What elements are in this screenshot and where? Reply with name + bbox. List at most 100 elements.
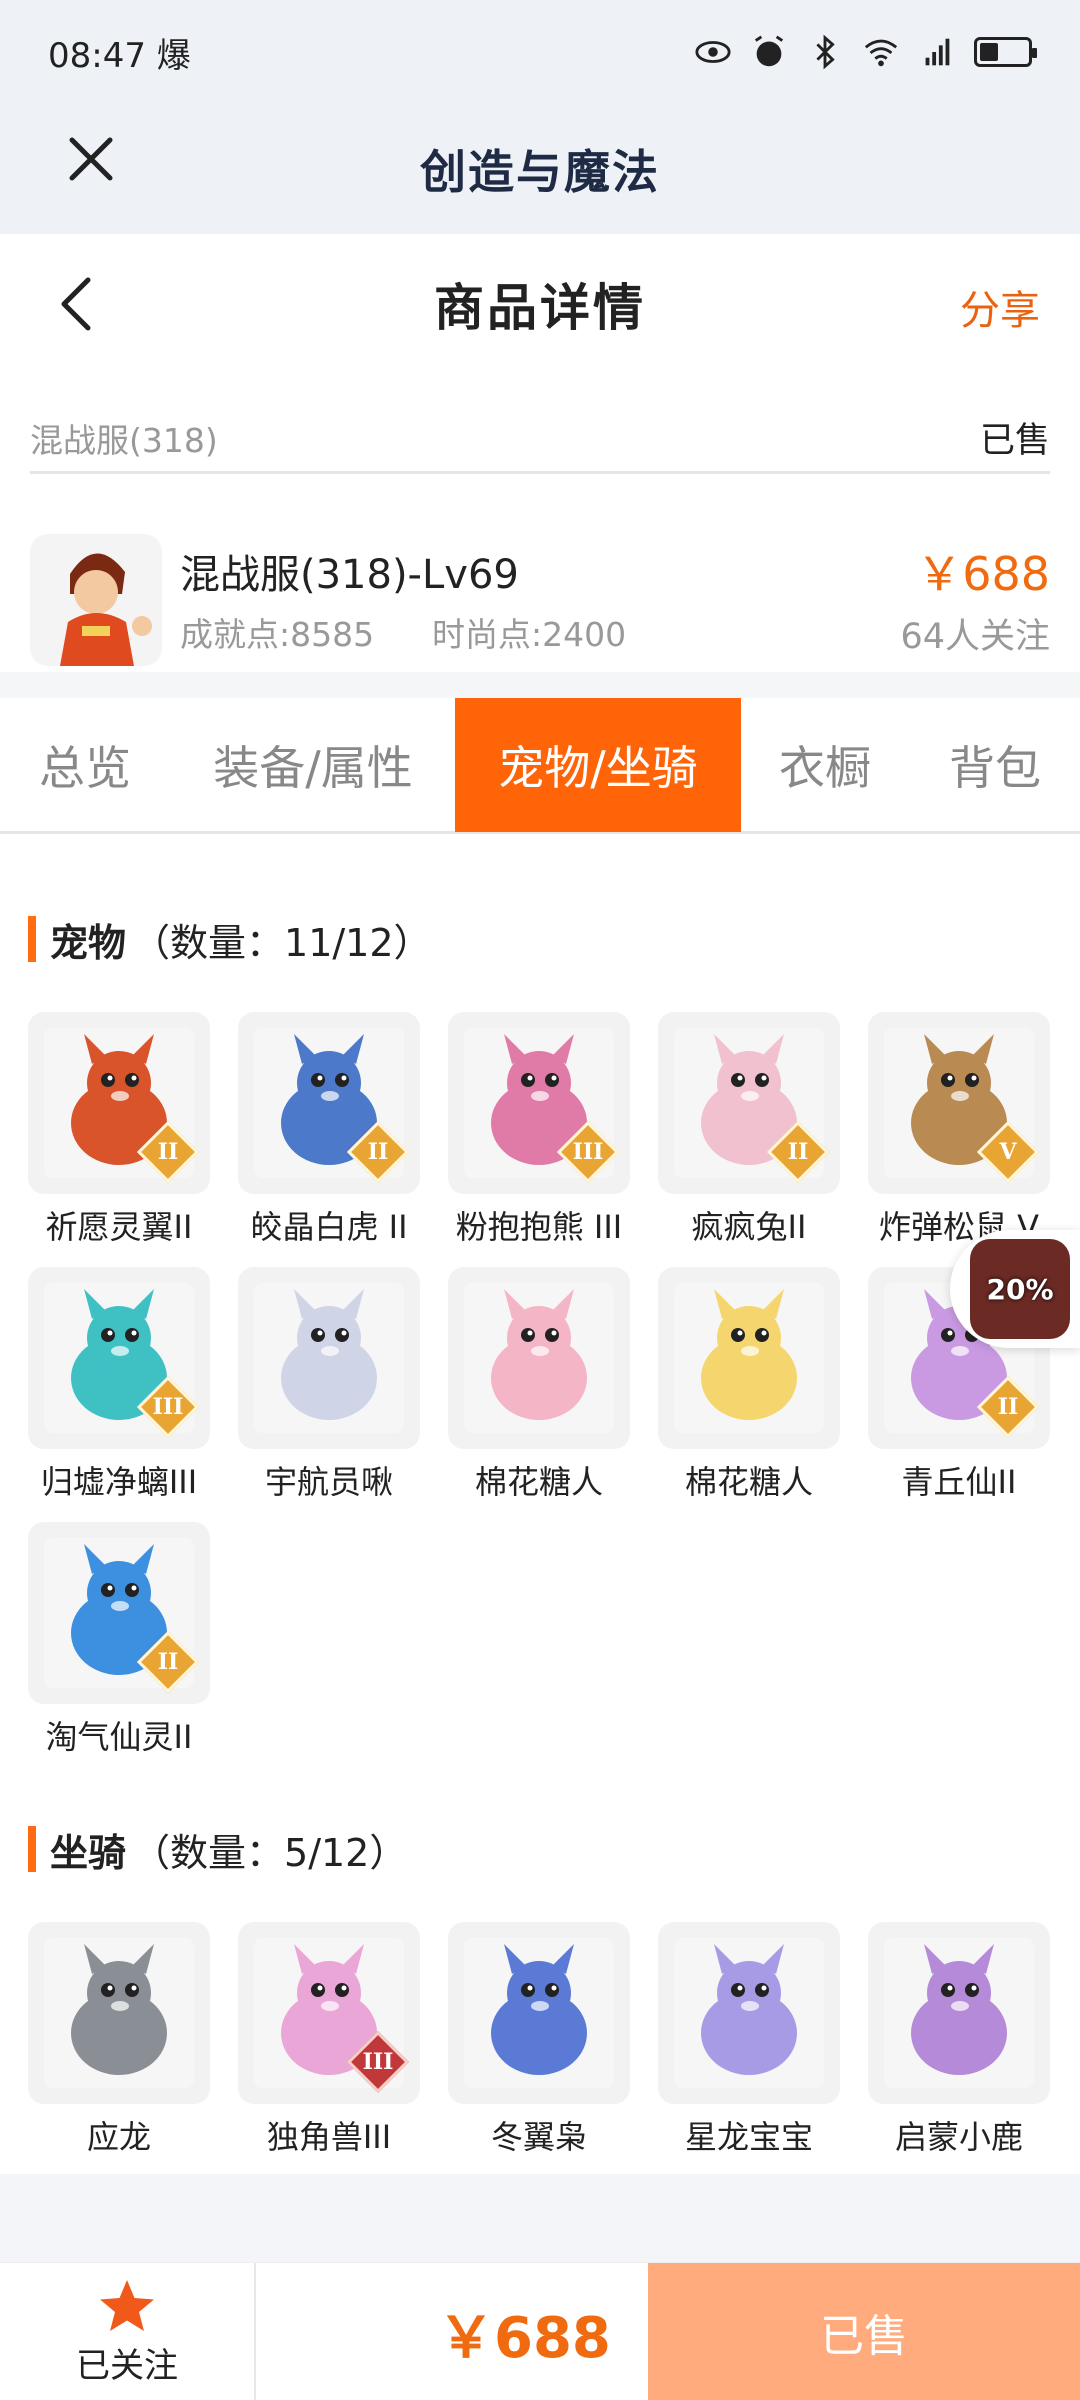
status-bar: 08:47 爆	[0, 0, 1080, 104]
product-summary[interactable]: 混战服(318)-Lv69 成就点:8585 时尚点:2400 ￥688 64人…	[30, 534, 1050, 674]
fashion-points: 时尚点:2400	[432, 615, 627, 654]
signal-icon	[925, 38, 950, 66]
pets-count: （数量：11/12）	[132, 920, 432, 965]
app-header: 创造与魔法	[0, 104, 1080, 234]
pet-name: 祈愿灵翼II	[45, 1208, 193, 1246]
floating-widget-label: 20%	[986, 1272, 1054, 1306]
pet-thumbnail: II	[28, 1012, 210, 1194]
follow-button[interactable]: 已关注	[0, 2263, 256, 2400]
status-icons	[694, 33, 1037, 71]
mount-item[interactable]: 星龙宝宝	[658, 1922, 840, 2158]
creature-image	[254, 1283, 404, 1433]
mounts-count: （数量：5/12）	[132, 1830, 408, 1875]
follower-count: 64人关注	[900, 617, 1050, 657]
status-time-group: 08:47 爆	[48, 28, 191, 77]
mount-name: 应龙	[86, 2118, 151, 2156]
bluetooth-icon	[816, 34, 835, 70]
close-button[interactable]	[60, 128, 122, 190]
tab-pets-mounts[interactable]: 宠物/坐骑	[455, 698, 741, 832]
rank-badge-label: II	[367, 1139, 389, 1165]
mounts-section-header: 坐骑 （数量：5/12）	[28, 1824, 408, 1875]
mount-thumbnail: III	[238, 1922, 420, 2104]
section-accent	[28, 916, 36, 962]
pet-item[interactable]: II 疯疯兔II	[658, 1012, 840, 1248]
pet-thumbnail: II	[658, 1012, 840, 1194]
main-content: 商品详情 分享 混战服(318) 已售 混战服(318)-Lv69 成就点:85…	[0, 234, 1080, 2174]
pet-name: 青丘仙II	[901, 1463, 1017, 1501]
mount-name: 星龙宝宝	[684, 2118, 813, 2156]
pet-name: 棉花糖人	[474, 1463, 603, 1501]
pet-name: 粉抱抱熊 III	[455, 1208, 623, 1246]
rank-badge-label: V	[999, 1139, 1017, 1165]
mount-name: 启蒙小鹿	[894, 2118, 1023, 2156]
creature-image	[674, 1283, 824, 1433]
pet-thumbnail: II	[28, 1522, 210, 1704]
pet-name: 皎晶白虎 II	[250, 1208, 408, 1246]
bottom-price: ￥688	[438, 2306, 611, 2371]
mounts-title: 坐骑	[50, 1830, 127, 1875]
rank-badge-label: III	[152, 1394, 184, 1420]
mount-item[interactable]: 冬翼枭	[448, 1922, 630, 2158]
pet-name: 疯疯兔II	[691, 1208, 807, 1246]
follow-label: 已关注	[76, 2345, 178, 2386]
pet-item[interactable]: III 归墟净螭III	[28, 1267, 210, 1503]
creature-image	[464, 1938, 614, 2088]
wifi-icon	[864, 39, 898, 67]
app-title: 创造与魔法	[420, 145, 660, 199]
pet-item[interactable]: 棉花糖人	[448, 1267, 630, 1503]
mount-item[interactable]: 启蒙小鹿	[868, 1922, 1050, 2158]
pet-item[interactable]: 棉花糖人	[658, 1267, 840, 1503]
pet-item[interactable]: V 炸弹松鼠 V	[868, 1012, 1050, 1248]
floating-widget-thumb: 20%	[970, 1239, 1070, 1339]
back-button[interactable]	[46, 272, 106, 336]
pet-item[interactable]: II 祈愿灵翼II	[28, 1012, 210, 1248]
tab-backpack[interactable]: 背包	[915, 698, 1075, 832]
star-icon	[100, 2279, 154, 2331]
close-icon	[69, 137, 113, 181]
character-avatar	[30, 534, 162, 666]
pets-title: 宠物	[50, 920, 127, 965]
mount-item[interactable]: III 独角兽III	[238, 1922, 420, 2158]
pet-name: 棉花糖人	[684, 1463, 813, 1501]
pet-name: 淘气仙灵II	[45, 1718, 193, 1756]
section-accent	[28, 1826, 36, 1872]
pet-thumbnail	[658, 1267, 840, 1449]
status-flag: 爆	[156, 35, 191, 76]
tab-equipment[interactable]: 装备/属性	[180, 698, 446, 832]
share-button[interactable]: 分享	[960, 278, 1040, 336]
sold-button[interactable]: 已售	[648, 2263, 1080, 2400]
pet-item[interactable]: II 皎晶白虎 II	[238, 1012, 420, 1248]
server-row: 混战服(318) 已售	[30, 404, 1050, 474]
rank-badge-label: II	[157, 1649, 179, 1675]
sold-status: 已售	[979, 421, 1050, 461]
server-label: 混战服(318)	[30, 420, 218, 460]
page-header: 商品详情 分享	[0, 234, 1080, 374]
pet-thumbnail: III	[448, 1012, 630, 1194]
pet-item[interactable]: III 粉抱抱熊 III	[448, 1012, 630, 1248]
mount-name: 冬翼枭	[490, 2118, 587, 2156]
mount-thumbnail	[868, 1922, 1050, 2104]
mount-item[interactable]: 应龙	[28, 1922, 210, 2158]
mount-thumbnail	[28, 1922, 210, 2104]
creature-image	[44, 1938, 194, 2088]
pet-item[interactable]: II 淘气仙灵II	[28, 1522, 210, 1758]
tab-bar: 总览 装备/属性 宠物/坐骑 衣橱 背包	[0, 698, 1080, 834]
creature-image	[674, 1938, 824, 2088]
product-name: 混战服(318)-Lv69	[180, 552, 519, 598]
tab-wardrobe[interactable]: 衣橱	[750, 698, 900, 832]
tab-overview[interactable]: 总览	[0, 698, 170, 832]
divider-band	[0, 672, 1080, 698]
pet-item[interactable]: 宇航员啾	[238, 1267, 420, 1503]
mount-name: 独角兽III	[266, 2118, 392, 2156]
rank-badge-label: III	[572, 1139, 604, 1165]
pet-name: 宇航员啾	[264, 1463, 393, 1501]
alarm-icon	[754, 35, 784, 67]
pet-thumbnail	[448, 1267, 630, 1449]
price: ￥688	[916, 547, 1050, 601]
pet-name: 归墟净螭III	[40, 1463, 198, 1501]
mount-thumbnail	[448, 1922, 630, 2104]
rank-badge-label: II	[997, 1394, 1019, 1420]
pet-thumbnail	[238, 1267, 420, 1449]
page-title: 商品详情	[434, 279, 646, 337]
floating-widget[interactable]: 20%	[950, 1230, 1080, 1348]
